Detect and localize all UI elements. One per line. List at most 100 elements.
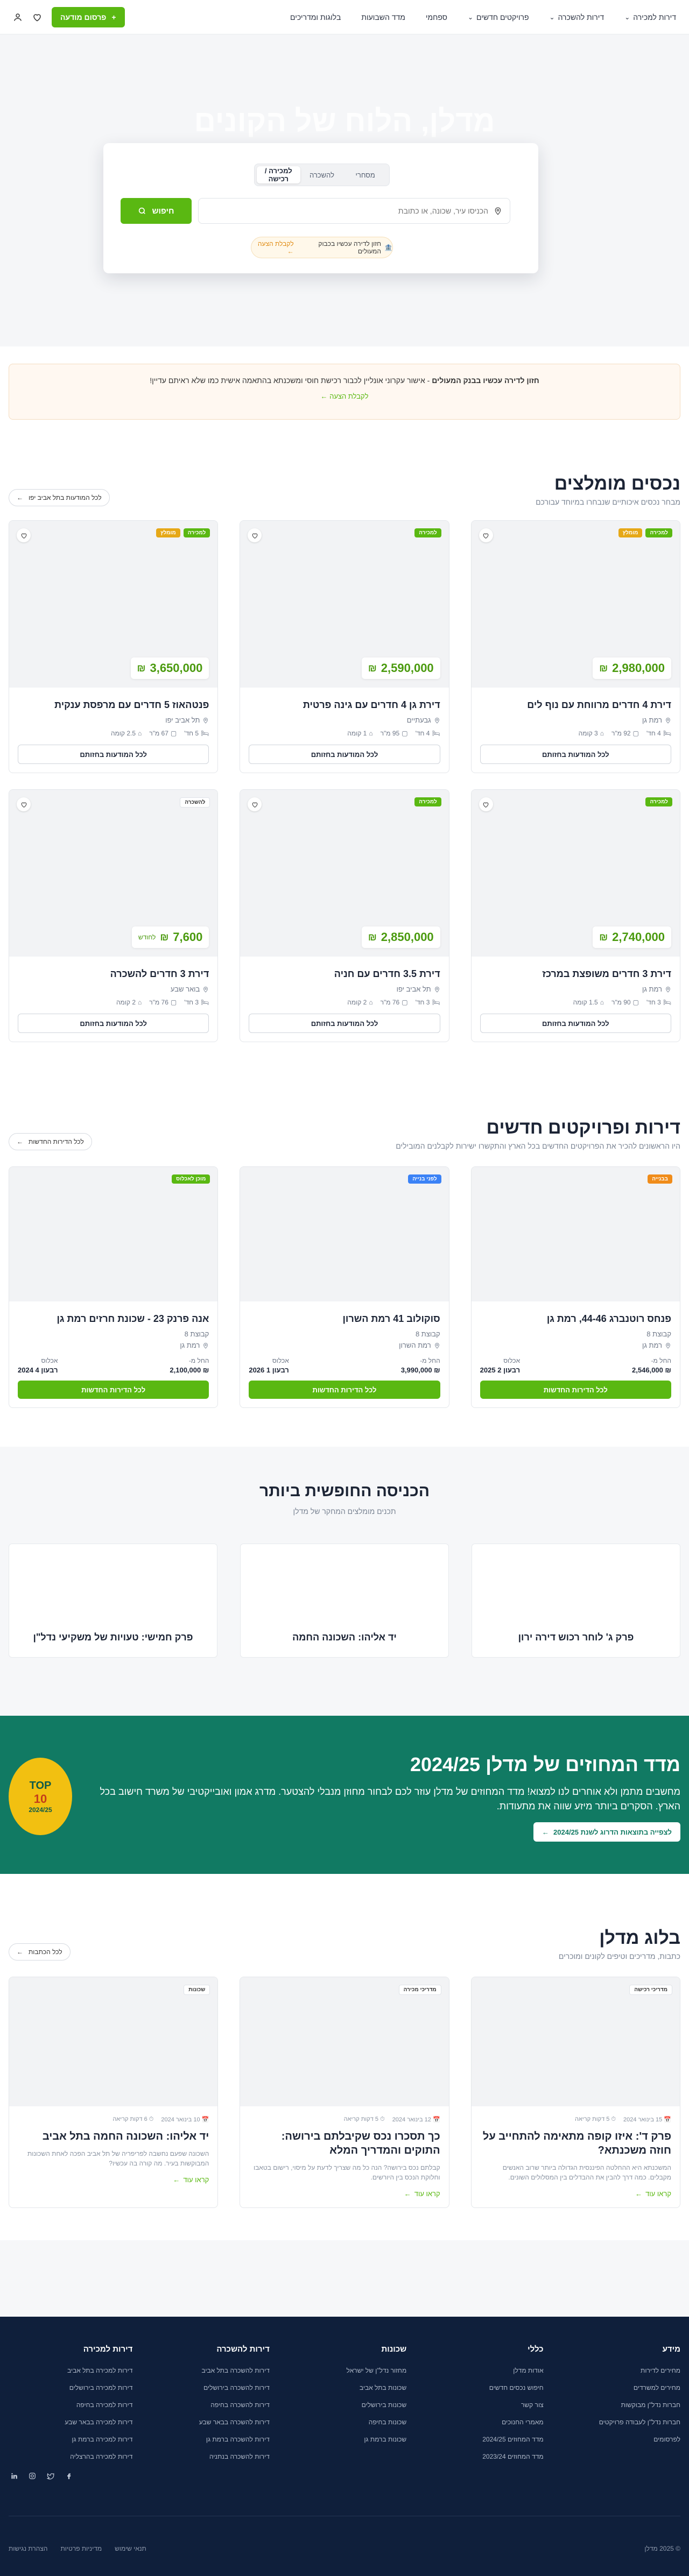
footer-link[interactable]: דירות למכירה בחיפה (9, 2401, 133, 2409)
notice-link[interactable]: לקבלת הצעה ← (321, 392, 369, 400)
footer-link[interactable]: מחירים לדירות (557, 2367, 680, 2374)
view-property-button[interactable]: לכל המודעות בחזותם (480, 1014, 671, 1033)
popular-section: הכניסה החופשית ביותר תכנים מומלצים המחקר… (0, 1447, 689, 1716)
property-card[interactable]: להשכרה 7,600 ₪ לחודש דירת 3 חדרים להשכרה בואר… (9, 789, 219, 1042)
nav-item-1[interactable]: דירות למכירה ⌄ (624, 13, 676, 22)
heart-icon[interactable] (479, 797, 493, 811)
mortgage-pill-link[interactable]: לקבלת הצעה ← (251, 240, 294, 255)
heart-icon[interactable] (17, 797, 31, 811)
property-card[interactable]: למכירה 2,850,000 ₪ דירת 3.5 חדרים עם חניה תל… (240, 789, 449, 1042)
legal-link[interactable]: הצהרת נגישות (9, 2545, 47, 2552)
footer-link[interactable]: אודות מדלן (419, 2367, 543, 2374)
footer-link[interactable]: דירות להשכרה בנתניה (145, 2453, 270, 2460)
index-results-button[interactable]: לצפייה בתוצאות הדרוג לשנת 2024/25 ← (533, 1822, 680, 1842)
linkedin-icon[interactable] (9, 2471, 19, 2481)
heart-icon[interactable] (32, 12, 42, 22)
arrow-left-icon: ← (17, 1138, 23, 1145)
footer-link[interactable]: דירות למכירה ברמת גן (9, 2436, 132, 2443)
legal-link[interactable]: מדיניות פרטיות (60, 2545, 102, 2552)
mortgage-pill[interactable]: 🏦 חזון לדירה עכשיו בכבוק המעולים לקבלת ה… (251, 237, 393, 258)
projects-all-button[interactable]: לכל הדירות החדשות ← (9, 1133, 92, 1150)
footer-link[interactable]: מאמרי החנוכים (419, 2418, 544, 2426)
blog-all-button[interactable]: לכל הכתבות ← (9, 1943, 71, 1961)
footer-link[interactable]: שכונות בתל אביב (283, 2384, 406, 2391)
featured-all-button[interactable]: לכל המודעות בתל אביב יפו ← (9, 489, 110, 506)
legal-link[interactable]: תנאי שימוש (115, 2545, 146, 2552)
popular-card[interactable]: פרק ג' לוחר רכוש דירה ירון (472, 1544, 680, 1658)
footer-link[interactable]: חברות נדל"ן מבוקשות (557, 2401, 680, 2409)
heart-icon[interactable] (17, 528, 31, 542)
view-property-button[interactable]: לכל המודעות בחזותם (249, 1014, 440, 1033)
project-card[interactable]: בבנייה פנחס רוטנברג 44-46, רמת גן קבוצת 8 ר… (470, 1166, 680, 1408)
view-property-button[interactable]: לכל המודעות בחזותם (249, 745, 440, 764)
blog-card[interactable]: שכונות 📅 10 בינואר 2024 ⏱ 6 דקות קריאה יד א… (9, 1977, 219, 2208)
blog-card[interactable]: מדריכי מכירה 📅 12 בינואר 2024 ⏱ 5 דקות קרי… (240, 1977, 449, 2208)
nav-item-3[interactable]: פרויקטים חדשים ⌄ (468, 13, 529, 22)
property-card[interactable]: למכירה 2,590,000 ₪ דירת גן 4 חדרים עם גינה … (240, 520, 449, 773)
nav-item-4[interactable]: ספחמי (426, 13, 447, 22)
project-card[interactable]: מוכן לאכלוס אנה פרנק 23 - שכונת חרזים רמת… (9, 1166, 219, 1408)
footer-link[interactable]: מדד המחוזים 2024/25 (419, 2436, 543, 2443)
read-more-link[interactable]: קראו עוד ← (18, 2176, 209, 2184)
footer-link[interactable]: דירות למכירה בתל אביב (9, 2367, 132, 2374)
footer-link[interactable]: דירות למכירה בהרצליה (9, 2453, 132, 2460)
feature-rooms: 🛏 4 חד' (416, 730, 440, 737)
tab-rent[interactable]: להשכרה (300, 166, 344, 183)
footer-link[interactable]: שכונות בחיפה (283, 2418, 406, 2426)
blog-card[interactable]: מדריכי רכישה 📅 15 בינואר 2024 ⏱ 5 דקות קרי… (470, 1977, 680, 2208)
footer-link[interactable]: חברות נדל"ן לעבודה פרויקטים (557, 2418, 680, 2426)
footer-link[interactable]: צור קשר (419, 2401, 544, 2409)
property-badges: למכירה (414, 528, 441, 537)
property-title: דירת גן 4 חדרים עם גינה פרטית (303, 699, 440, 710)
footer-link[interactable]: מחירים למשרדים (557, 2384, 680, 2391)
property-card[interactable]: למכירה מומלץ 2,980,000 ₪ דירת 4 חדרים מרווחת… (470, 520, 680, 773)
twitter-icon[interactable] (45, 2471, 56, 2481)
search-button[interactable]: חיפוש (121, 198, 192, 224)
footer-link[interactable]: מדד המחוזים 2023/24 (419, 2453, 543, 2460)
popular-card[interactable]: יד אליהו: השכונה החמה (240, 1544, 449, 1658)
footer-link[interactable]: דירות למכירה בבאר שבע (9, 2418, 132, 2426)
footer-link[interactable]: חיפוש נכסים חדשים (419, 2384, 544, 2391)
user-icon[interactable] (13, 12, 23, 22)
view-property-button[interactable]: לכל המודעות בחזותם (18, 745, 209, 764)
heart-icon[interactable] (248, 528, 262, 542)
index-title: מדד המחוזים של מדלן 2024/25 (410, 1753, 680, 1775)
property-card[interactable]: למכירה 2,740,000 ₪ דירת 3 חדרים משופצת במרכ… (470, 789, 680, 1042)
view-property-button[interactable]: לכל המודעות בחזותם (18, 1014, 209, 1033)
view-project-button[interactable]: לכל הדירות החדשות (18, 1381, 209, 1399)
footer-link[interactable]: דירות להשכרה בחיפה (145, 2401, 270, 2409)
popular-card[interactable]: פרק חמישי: טעויות של משקיעי נדל"ן (9, 1544, 217, 1658)
property-body: דירת 4 חדרים מרווחת עם נוף לים רמת גן 🛏 4 ח… (472, 688, 680, 773)
property-card[interactable]: למכירה מומלץ 3,650,000 ₪ פנטהאוז 5 חדרים עם … (9, 520, 219, 773)
read-more-link[interactable]: קראו עוד ← (249, 2190, 440, 2198)
footer-link[interactable]: לפרסומים (557, 2436, 680, 2443)
project-card[interactable]: לפני בנייה סוקולוב 41 רמת השרון קבוצת 8 רמת… (240, 1166, 449, 1408)
footer-link[interactable]: דירות להשכרה בבאר שבע (145, 2418, 270, 2426)
status-badge: בבנייה (648, 1174, 672, 1184)
facebook-icon[interactable] (64, 2471, 74, 2481)
tab-commercial[interactable]: מסחרי (343, 166, 387, 183)
view-project-button[interactable]: לכל הדירות החדשות (480, 1381, 671, 1399)
instagram-icon[interactable] (27, 2471, 38, 2481)
footer-link[interactable]: מחזור נדל"ן של ישראל (283, 2367, 407, 2374)
footer-link[interactable]: דירות להשכרה בתל אביב (145, 2367, 269, 2374)
publish-ad-button[interactable]: + פרסום מודעה (52, 6, 125, 27)
tab-buy[interactable]: למכירה / רכישה (256, 166, 300, 183)
status-badge: מוכן לאכלוס (172, 1174, 210, 1184)
footer-link[interactable]: דירות להשכרה בירושלים (145, 2384, 270, 2391)
view-property-button[interactable]: לכל המודעות בחזותם (480, 745, 671, 764)
nav-item-2[interactable]: דירות להשכרה ⌄ (550, 13, 604, 22)
read-more-link[interactable]: קראו עוד ← (480, 2190, 671, 2198)
search-input[interactable] (206, 207, 488, 215)
footer-link[interactable]: שכונות ברמת גן (283, 2436, 406, 2443)
price-value: 2,740,000 (612, 930, 665, 944)
footer-link[interactable]: דירות להשכרה ברמת גן (145, 2436, 270, 2443)
view-project-button[interactable]: לכל הדירות החדשות (249, 1381, 440, 1399)
nav-item-5[interactable]: מדד השבועות (361, 13, 405, 22)
heart-icon[interactable] (248, 797, 262, 811)
footer-link[interactable]: שכונות בירושלים (283, 2401, 407, 2409)
footer-link[interactable]: דירות למכירה בירושלים (9, 2384, 133, 2391)
feature-size: ▢ 76 מ"ר (149, 999, 177, 1006)
nav-item-6[interactable]: בלוגות ומדריכים (290, 13, 341, 22)
heart-icon[interactable] (479, 528, 493, 542)
